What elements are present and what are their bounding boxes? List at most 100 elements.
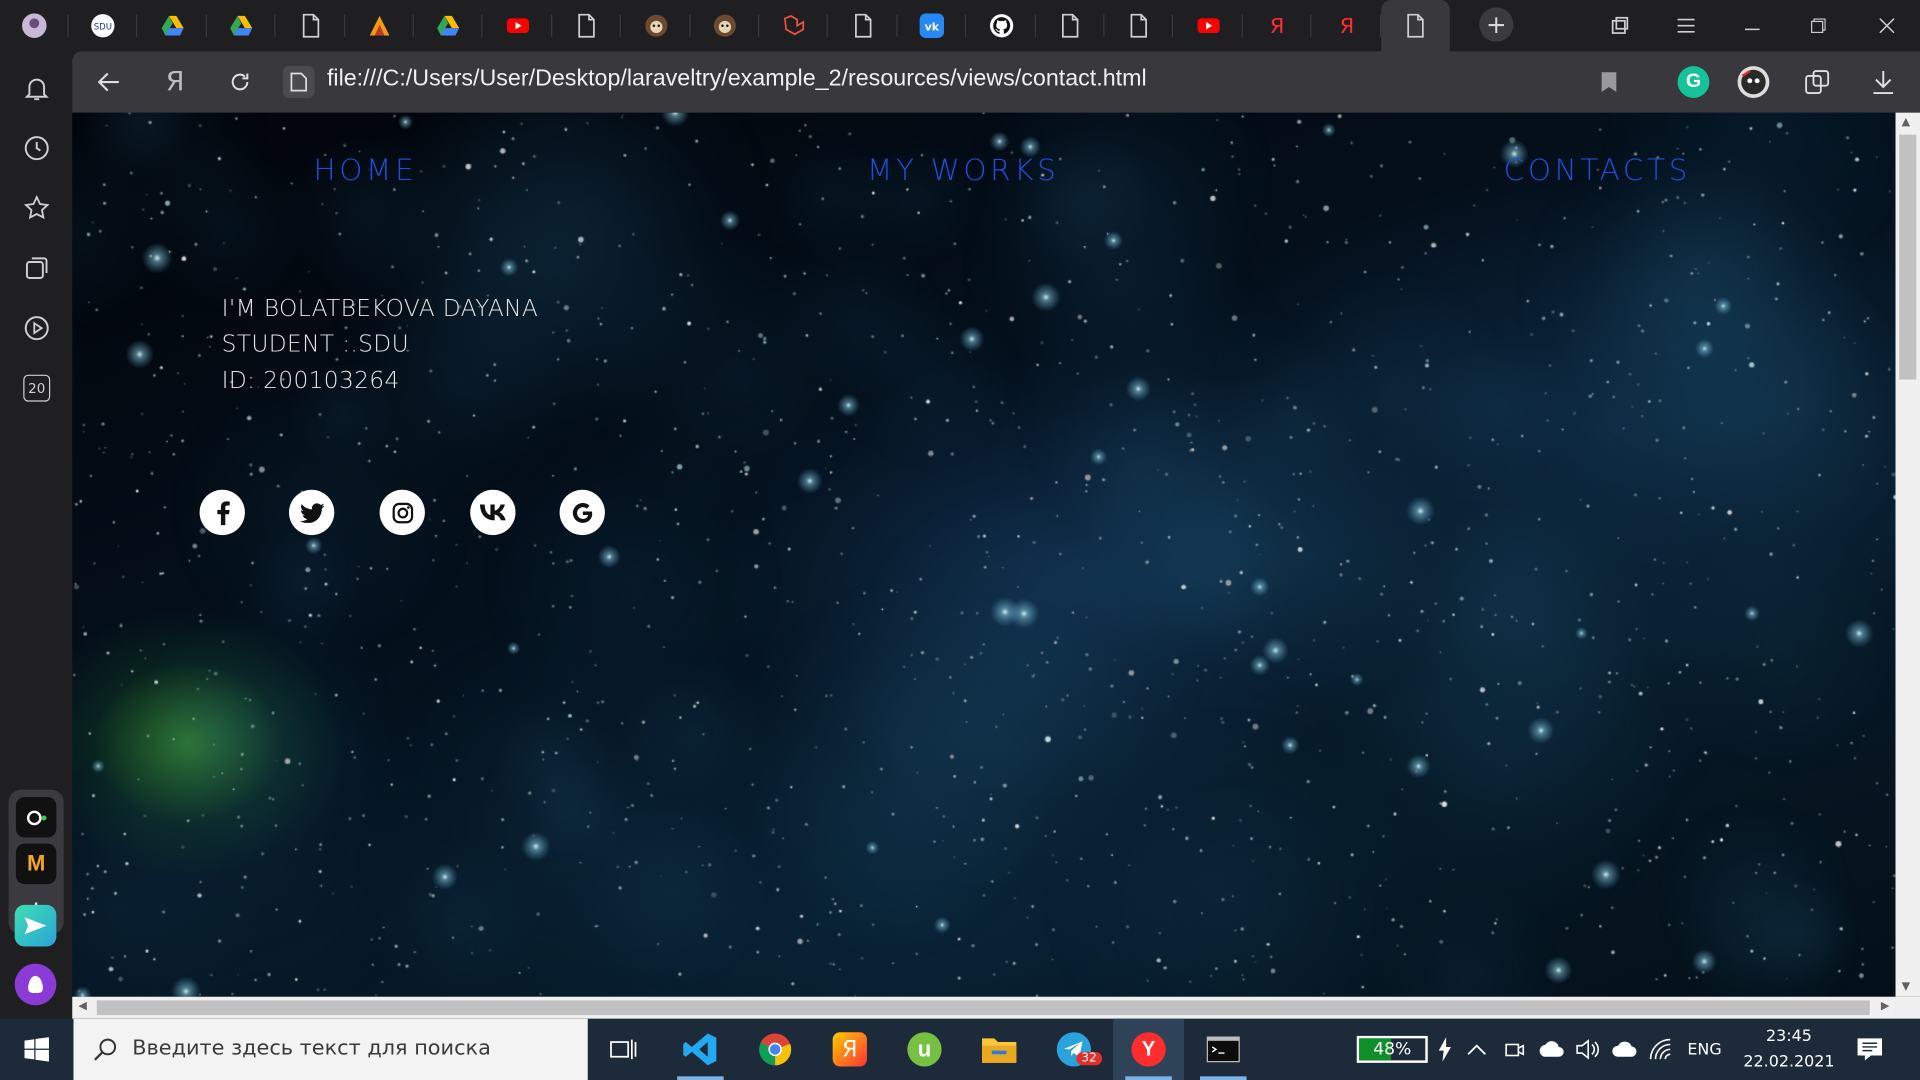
grammarly-button[interactable]: G [1677, 66, 1710, 98]
task-view-button[interactable] [588, 1019, 659, 1080]
taskbar-telegram[interactable]: 32 [1038, 1019, 1109, 1080]
taskbar-chrome[interactable] [740, 1019, 811, 1080]
horizontal-scroll-thumb[interactable] [96, 1000, 1870, 1016]
taskbar-search[interactable]: Введите здесь текст для поиска [73, 1018, 588, 1080]
bookmark-button[interactable] [1594, 67, 1623, 96]
page-info-button[interactable] [282, 66, 315, 98]
starfield-background [72, 112, 1896, 997]
page-viewport: HOME MY WORKS CONTACTS I'M BOLATBEKOVA D… [72, 112, 1896, 997]
minimize-button[interactable] [1719, 0, 1785, 51]
nav-my-works-link[interactable]: MY WORKS [867, 153, 1060, 187]
browser-tab[interactable] [1036, 0, 1105, 51]
extension-button[interactable] [1737, 66, 1770, 98]
browser-tab[interactable] [1105, 0, 1174, 51]
task-view-icon [610, 1039, 637, 1060]
vk-icon [479, 504, 506, 521]
show-hidden-icons-button[interactable] [1467, 1019, 1487, 1080]
browser-tab[interactable] [622, 0, 691, 51]
page-icon [1127, 13, 1151, 38]
browser-tab[interactable] [0, 0, 69, 51]
browser-tab[interactable] [552, 0, 622, 51]
browser-tab[interactable] [691, 0, 760, 51]
browser-tab[interactable]: SDU [69, 0, 138, 51]
browser-tab[interactable] [276, 0, 345, 51]
twitter-link[interactable] [288, 489, 335, 536]
extensions-menu-button[interactable] [1802, 67, 1831, 96]
scroll-right-arrow-icon[interactable]: ▶ [1881, 1000, 1889, 1012]
browser-tab[interactable] [345, 0, 414, 51]
browser-tab[interactable]: Я [1312, 0, 1381, 51]
nav-home-link[interactable]: HOME [313, 153, 417, 187]
meet-now-button[interactable] [1504, 1019, 1526, 1080]
yandex-beta-icon: Я [832, 1032, 867, 1067]
alice-voice-button[interactable] [14, 963, 57, 1006]
taskbar-yandex-browser-beta[interactable]: Я [814, 1019, 885, 1080]
taskbar-terminal[interactable] [1188, 1019, 1259, 1080]
taskbar-vscode[interactable] [665, 1019, 736, 1080]
scroll-up-arrow-icon[interactable]: ▲ [1902, 116, 1910, 128]
alice-app-button[interactable] [15, 797, 57, 838]
yandex-button[interactable]: Я [160, 67, 189, 98]
google-link[interactable] [559, 489, 605, 536]
horizontal-scrollbar[interactable]: ◀ ▶ [72, 996, 1896, 1019]
media-button[interactable] [17, 309, 56, 348]
action-center-button[interactable] [1856, 1019, 1883, 1080]
browser-tab[interactable] [414, 0, 483, 51]
browser-tab[interactable] [760, 0, 829, 51]
tab-manager-button[interactable] [1587, 0, 1653, 51]
taskbar-file-explorer[interactable] [964, 1019, 1035, 1080]
taskbar-utorrent[interactable]: u [889, 1019, 960, 1080]
browser-tab[interactable] [1174, 0, 1243, 51]
battery-percent: 48% [1373, 1039, 1412, 1060]
browser-tab[interactable] [829, 0, 898, 51]
charging-icon [1438, 1019, 1453, 1080]
instagram-link[interactable] [379, 489, 425, 536]
yandex-browser-icon: Y [1131, 1032, 1166, 1067]
wifi-icon [1649, 1038, 1671, 1060]
browser-tab[interactable]: vk [898, 0, 967, 51]
browser-tab[interactable] [138, 0, 207, 51]
battery-indicator[interactable]: 48% [1356, 1035, 1428, 1063]
yandex-icon: Я [1265, 13, 1289, 38]
browser-tab[interactable]: Я [1243, 0, 1312, 51]
browser-tab[interactable] [967, 0, 1036, 51]
facebook-link[interactable] [199, 489, 245, 536]
cloud-button[interactable] [1611, 1019, 1638, 1080]
clock[interactable]: 23:45 22.02.2021 [1741, 1019, 1837, 1080]
url-field[interactable]: file:///C:/Users/User/Desktop/laraveltry… [327, 66, 1147, 93]
page-icon [1058, 13, 1082, 38]
collections-button[interactable] [17, 249, 56, 288]
onedrive-button[interactable] [1537, 1019, 1566, 1080]
vertical-scrollbar[interactable]: ▲ ▼ [1895, 112, 1920, 997]
taskbar-yandex-browser[interactable]: Y [1113, 1018, 1185, 1080]
m-app-icon: M [26, 851, 46, 876]
browser-tab[interactable] [207, 0, 276, 51]
network-button[interactable] [1648, 1019, 1672, 1080]
menu-button[interactable] [1653, 0, 1719, 51]
m-app-button[interactable]: M [15, 843, 57, 885]
bookmarks-button[interactable] [17, 189, 56, 228]
close-window-button[interactable] [1854, 0, 1920, 51]
browser-tab[interactable] [483, 0, 552, 51]
volume-button[interactable] [1575, 1019, 1599, 1080]
back-button[interactable] [94, 67, 123, 96]
notifications-button[interactable] [17, 69, 56, 108]
vk-link[interactable] [470, 489, 516, 536]
scroll-left-arrow-icon[interactable]: ◀ [78, 1000, 86, 1012]
language-indicator[interactable]: ENG [1687, 1019, 1721, 1080]
browser-tab[interactable] [1381, 0, 1450, 52]
active-indicator [677, 1076, 724, 1080]
vertical-scroll-thumb[interactable] [1899, 134, 1917, 380]
reload-button[interactable] [225, 67, 254, 96]
messenger-app-button[interactable] [14, 904, 57, 947]
counter-button[interactable]: 20 [17, 369, 56, 408]
history-button[interactable] [17, 129, 56, 168]
google-drive-icon [229, 13, 253, 37]
nav-contacts-link[interactable]: CONTACTS [1504, 153, 1691, 187]
new-tab-button[interactable]: + [1479, 7, 1514, 42]
restore-button[interactable] [1785, 0, 1851, 51]
cloud-sync-icon [1539, 1041, 1564, 1057]
scroll-down-arrow-icon[interactable]: ▼ [1902, 981, 1910, 993]
start-button[interactable] [0, 1019, 73, 1080]
downloads-button[interactable] [1869, 67, 1898, 96]
